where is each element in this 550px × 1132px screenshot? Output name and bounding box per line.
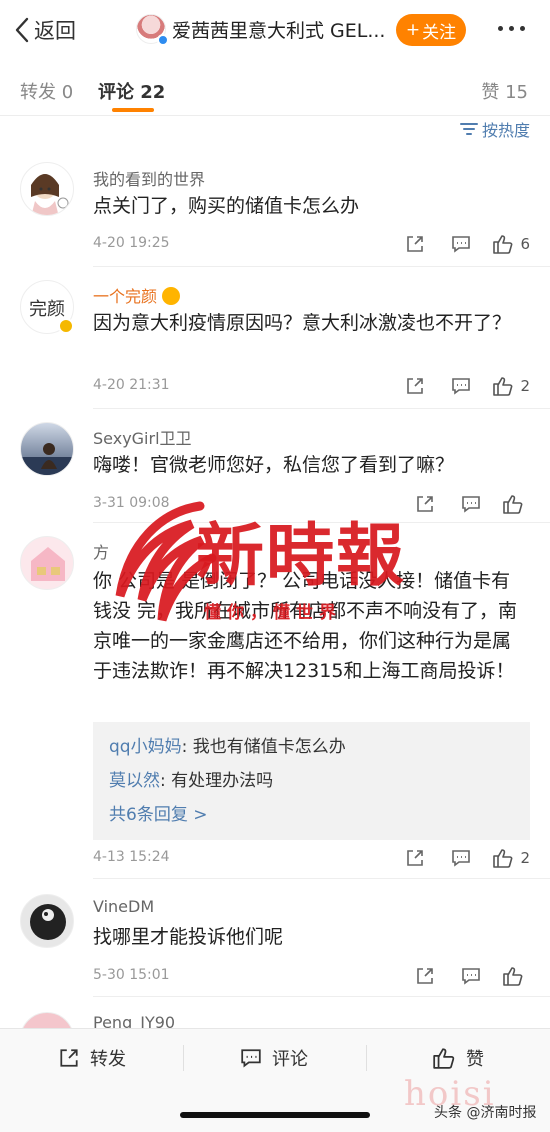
like-button[interactable]: 赞 (432, 1045, 484, 1071)
svg-text:完颜: 完颜 (29, 299, 65, 320)
sort-icon (459, 123, 478, 135)
reply-item: qq小妈妈: 我也有储值卡怎么办 (109, 730, 514, 764)
like-button[interactable] (502, 493, 530, 515)
share-icon[interactable] (392, 232, 438, 256)
commenter-name[interactable]: 方 (93, 539, 109, 563)
reply-icon[interactable] (448, 964, 494, 988)
active-tab-indicator (112, 108, 154, 112)
reply-item: 莫以然: 有处理办法吗 (109, 764, 514, 798)
verified-badge-icon (157, 34, 169, 46)
page-title[interactable]: 爱茜茜里意大利式 GEL... (172, 16, 392, 43)
comment-time: 4-20 21:31 (93, 377, 170, 393)
comment-icon (241, 1049, 261, 1068)
like-button[interactable] (502, 965, 530, 987)
comment-time: 4-20 19:25 (93, 235, 170, 251)
thumbs-up-icon (493, 849, 513, 868)
avatar[interactable] (20, 422, 74, 476)
nav-header: 返回 爱茜茜里意大利式 GEL... + 关注 (0, 0, 550, 60)
plus-icon: + (405, 20, 421, 40)
comment-time: 4-13 15:24 (93, 849, 170, 865)
tab-bar: 转发 0 评论 22 赞 15 (0, 60, 550, 116)
share-icon[interactable] (392, 374, 438, 398)
comment-text: 因为意大利疫情原因吗？意大利冰激凌也不开了？ (93, 312, 512, 334)
like-count: 2 (520, 849, 530, 867)
tab-repost[interactable]: 转发 0 (20, 78, 73, 104)
commenter-name[interactable]: SexyGirl卫卫 (93, 425, 192, 449)
comment-actions: 2 (392, 846, 530, 870)
comment-time: 5-30 15:01 (93, 967, 170, 983)
thumbs-up-icon (503, 495, 523, 514)
comment-text: 你 公司是 是倒闭了？ 公司电话没人接！储值卡有钱没 完，我所在城市所有店都不声… (93, 570, 518, 682)
thumbs-up-icon (493, 235, 513, 254)
repost-button[interactable]: 转发 (58, 1045, 126, 1071)
comment-time: 3-31 09:08 (93, 495, 170, 511)
comment-actions: 2 (392, 374, 530, 398)
comment-label: 评论 (272, 1049, 308, 1070)
comment-button[interactable]: 评论 (240, 1045, 308, 1071)
sort-label: 按热度 (481, 121, 530, 140)
divider (93, 996, 550, 997)
comment-actions (402, 964, 530, 988)
more-replies-link[interactable]: 共6条回复 > (109, 798, 514, 832)
back-button[interactable]: 返回 (14, 12, 76, 48)
thumbs-up-icon (503, 967, 523, 986)
reply-icon[interactable] (438, 232, 484, 256)
share-icon[interactable] (392, 846, 438, 870)
avatar[interactable] (20, 894, 74, 948)
thumbs-up-icon (493, 377, 513, 396)
divider (93, 408, 550, 409)
like-button[interactable]: 2 (492, 847, 530, 869)
reply-icon[interactable] (438, 846, 484, 870)
avatar[interactable] (20, 536, 74, 590)
follow-label: 关注 (422, 22, 457, 43)
avatar[interactable] (20, 162, 74, 216)
crown-icon (162, 287, 181, 305)
divider (93, 878, 550, 879)
comment-text: 找哪里才能投诉他们呢 (93, 926, 284, 948)
reply-preview-box[interactable]: qq小妈妈: 我也有储值卡怎么办 莫以然: 有处理办法吗 共6条回复 > (93, 722, 530, 840)
tab-comments[interactable]: 评论 22 (98, 78, 165, 104)
share-icon[interactable] (402, 964, 448, 988)
reply-author[interactable]: qq小妈妈 (109, 737, 182, 757)
sort-toggle[interactable]: 按热度 (459, 117, 530, 141)
reply-text: : 有处理办法吗 (160, 771, 274, 791)
like-count: 2 (520, 377, 530, 395)
repost-label: 转发 (90, 1049, 126, 1070)
divider (366, 1045, 367, 1071)
reply-author[interactable]: 莫以然 (109, 771, 160, 791)
chevron-left-icon (15, 17, 29, 43)
share-icon[interactable] (402, 492, 448, 516)
comment-actions: 6 (392, 232, 530, 256)
like-button[interactable]: 6 (492, 233, 530, 255)
reply-text: : 我也有储值卡怎么办 (181, 737, 346, 757)
share-icon (60, 1049, 78, 1067)
follow-button[interactable]: + 关注 (396, 14, 466, 46)
comment-actions (402, 492, 530, 516)
commenter-name[interactable]: 一个完颜 (93, 283, 181, 307)
more-options-icon[interactable] (498, 26, 525, 31)
like-label: 赞 (466, 1049, 484, 1070)
like-button[interactable]: 2 (492, 375, 530, 397)
source-credit: 头条 @济南时报 (434, 1105, 537, 1121)
divider (93, 266, 550, 267)
commenter-name[interactable]: 我的看到的世界 (93, 166, 205, 190)
thumbs-up-icon (433, 1048, 455, 1069)
divider (93, 522, 550, 523)
reply-icon[interactable] (448, 492, 494, 516)
home-indicator[interactable] (180, 1112, 370, 1118)
reply-icon[interactable] (438, 374, 484, 398)
comment-text: 点关门了，购买的储值卡怎么办 (93, 195, 360, 217)
commenter-name[interactable]: VineDM (93, 897, 154, 916)
comment-text: 嗨喽！官微老师您好，私信您了看到了嘛？ (93, 454, 455, 476)
like-count: 6 (520, 235, 530, 253)
verified-badge-icon (58, 318, 74, 334)
tab-likes[interactable]: 赞 15 (481, 78, 528, 104)
divider (183, 1045, 184, 1071)
back-label: 返回 (34, 19, 76, 43)
